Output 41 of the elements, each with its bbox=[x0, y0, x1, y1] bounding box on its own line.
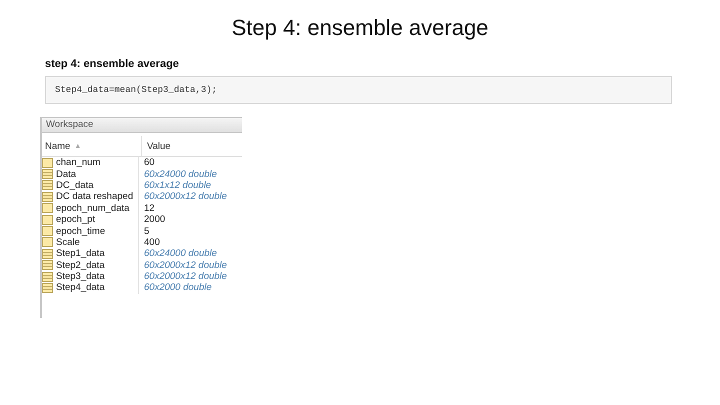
matrix-icon bbox=[42, 272, 53, 282]
variable-name[interactable]: Data bbox=[56, 168, 76, 180]
variable-name[interactable]: epoch_num_data bbox=[56, 202, 130, 214]
variable-value: 60x24000 double bbox=[144, 168, 217, 180]
matrix-icon bbox=[42, 192, 53, 202]
variable-value: 60x24000 double bbox=[144, 248, 217, 260]
variable-name[interactable]: Step4_data bbox=[56, 282, 105, 294]
variable-value: 5 bbox=[144, 226, 150, 237]
matrix-icon bbox=[42, 248, 53, 259]
variable-value: 60x2000x12 double bbox=[144, 260, 227, 271]
variable-value: 60x2000 double bbox=[144, 282, 212, 294]
variable-value: 60 bbox=[144, 157, 155, 168]
variable-name[interactable]: Step1_data bbox=[56, 248, 105, 260]
section-heading: step 4: ensemble average bbox=[45, 58, 180, 70]
variable-value: 60x1x12 double bbox=[144, 180, 212, 191]
variable-icon bbox=[42, 158, 53, 168]
variable-icon bbox=[42, 214, 53, 225]
matrix-icon bbox=[42, 260, 53, 270]
variable-icon bbox=[42, 203, 53, 214]
variable-value: 2000 bbox=[144, 214, 166, 226]
code-line: Step4_data=mean(Step3_data,3); bbox=[55, 85, 218, 95]
variable-icon bbox=[42, 237, 53, 248]
variable-name[interactable]: epoch_time bbox=[56, 226, 106, 237]
slide-title: Step 4: ensemble average bbox=[230, 14, 490, 42]
variable-name[interactable]: Step2_data bbox=[56, 260, 105, 271]
variable-name[interactable]: epoch_pt bbox=[56, 214, 96, 226]
column-header[interactable]: Value bbox=[142, 136, 242, 156]
variable-name[interactable]: DC data reshaped bbox=[56, 191, 134, 202]
variable-value: 400 bbox=[144, 236, 160, 248]
variable-value: 60x2000x12 double bbox=[144, 271, 227, 282]
variable-name[interactable]: Scale bbox=[56, 236, 80, 248]
variable-name[interactable]: Step3_data bbox=[56, 271, 105, 282]
matrix-icon bbox=[42, 180, 53, 190]
variable-name[interactable]: chan_num bbox=[56, 157, 100, 168]
variable-value: 60x2000x12 double bbox=[144, 191, 227, 202]
variable-value: 12 bbox=[144, 202, 155, 214]
matrix-icon bbox=[42, 282, 53, 293]
matrix-icon bbox=[42, 169, 53, 180]
variable-name[interactable]: DC_data bbox=[56, 180, 94, 191]
panel-title: Workspace bbox=[42, 118, 242, 133]
variable-icon bbox=[42, 226, 53, 236]
